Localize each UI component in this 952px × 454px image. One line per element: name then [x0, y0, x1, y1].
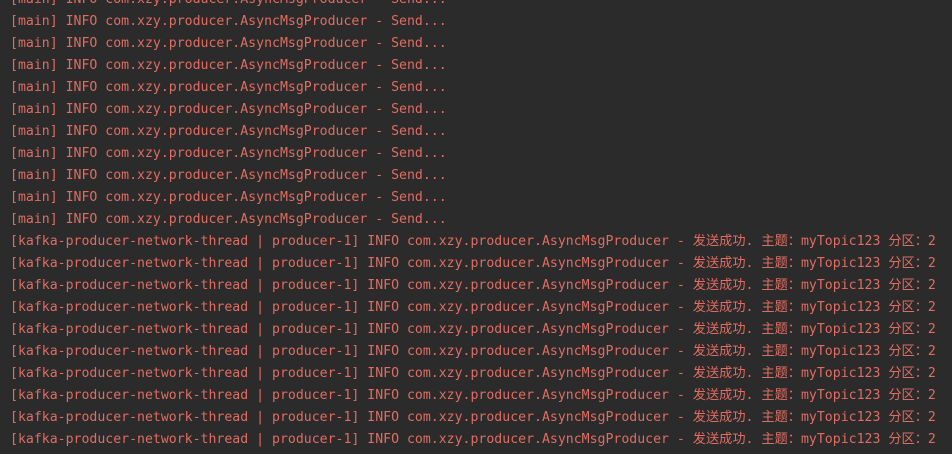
log-line: [kafka-producer-network-thread | produce…	[10, 278, 936, 293]
log-line: [kafka-producer-network-thread | produce…	[10, 256, 936, 271]
console-output[interactable]: [main] INFO com.xzy.producer.AsyncMsgPro…	[0, 0, 952, 454]
log-lines: [main] INFO com.xzy.producer.AsyncMsgPro…	[10, 0, 952, 451]
log-line: [kafka-producer-network-thread | produce…	[10, 344, 936, 359]
log-line: [main] INFO com.xzy.producer.AsyncMsgPro…	[10, 58, 447, 73]
log-line: [main] INFO com.xzy.producer.AsyncMsgPro…	[10, 168, 447, 183]
log-line: [kafka-producer-network-thread | produce…	[10, 300, 936, 315]
log-line: [main] INFO com.xzy.producer.AsyncMsgPro…	[10, 0, 952, 11]
log-line: [main] INFO com.xzy.producer.AsyncMsgPro…	[10, 102, 447, 117]
log-line: [main] INFO com.xzy.producer.AsyncMsgPro…	[10, 190, 447, 205]
log-line: [kafka-producer-network-thread | produce…	[10, 234, 936, 249]
log-line: [main] INFO com.xzy.producer.AsyncMsgPro…	[10, 80, 447, 95]
log-line: [kafka-producer-network-thread | produce…	[10, 432, 936, 447]
log-line: [main] INFO com.xzy.producer.AsyncMsgPro…	[10, 124, 447, 139]
log-line: [kafka-producer-network-thread | produce…	[10, 410, 936, 425]
log-line: [main] INFO com.xzy.producer.AsyncMsgPro…	[10, 146, 447, 161]
log-line: [main] INFO com.xzy.producer.AsyncMsgPro…	[10, 212, 447, 227]
log-line: [kafka-producer-network-thread | produce…	[10, 366, 936, 381]
log-line: [kafka-producer-network-thread | produce…	[10, 322, 936, 337]
log-line: [main] INFO com.xzy.producer.AsyncMsgPro…	[10, 14, 447, 29]
log-line: [main] INFO com.xzy.producer.AsyncMsgPro…	[10, 36, 447, 51]
log-line: [kafka-producer-network-thread | produce…	[10, 388, 936, 403]
